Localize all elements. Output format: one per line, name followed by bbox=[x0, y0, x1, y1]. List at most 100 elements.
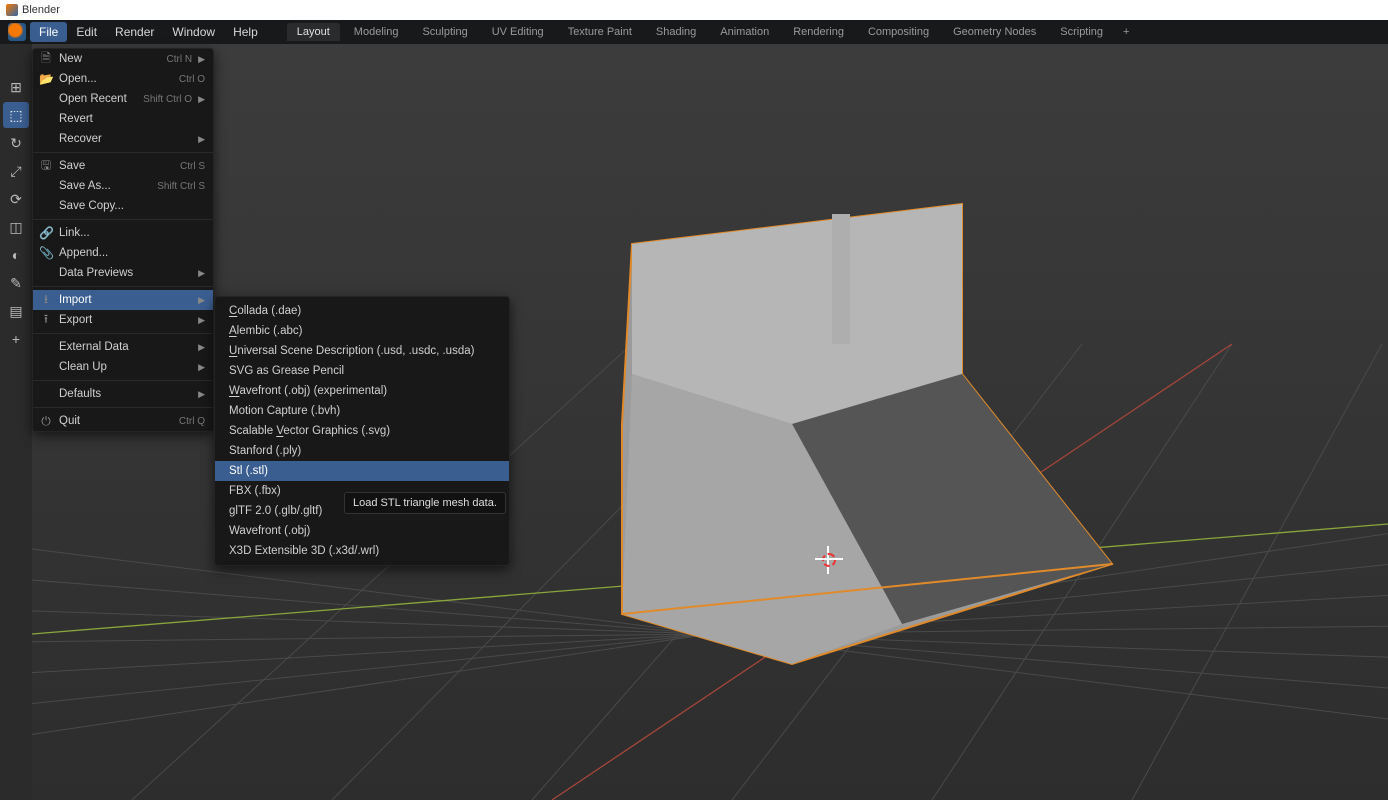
workspace-tab-scripting[interactable]: Scripting bbox=[1050, 23, 1113, 41]
menu-item-shortcut: Ctrl Q bbox=[179, 416, 205, 427]
file-menu-append[interactable]: 📎Append... bbox=[33, 243, 213, 263]
tool-2[interactable]: ↻ bbox=[3, 130, 29, 156]
import-stl-stl[interactable]: Stl (.stl) bbox=[215, 461, 509, 481]
menu-item-icon: 🖫 bbox=[39, 156, 53, 177]
import-alembic-abc[interactable]: Alembic (.abc) bbox=[215, 321, 509, 341]
import-collada-dae[interactable]: Collada (.dae) bbox=[215, 301, 509, 321]
menu-item-icon: 🔗 bbox=[39, 226, 53, 240]
import-scalable-vector-graphics-svg[interactable]: Scalable Vector Graphics (.svg) bbox=[215, 421, 509, 441]
menu-item-label: Recover bbox=[59, 133, 186, 145]
submenu-item-label: Motion Capture (.bvh) bbox=[229, 405, 495, 417]
file-menu-data-previews[interactable]: Data Previews ▶ bbox=[33, 263, 213, 283]
tool-3[interactable]: ⤢ bbox=[3, 158, 29, 184]
menu-item-label: New bbox=[59, 53, 161, 65]
workspace-add-button[interactable]: + bbox=[1117, 23, 1135, 41]
workspace-tab-rendering[interactable]: Rendering bbox=[783, 23, 854, 41]
submenu-arrow-icon: ▶ bbox=[198, 268, 205, 279]
menu-item-label: Save bbox=[59, 160, 174, 172]
menu-item-icon: ⏻ bbox=[39, 414, 53, 429]
tooltip: Load STL triangle mesh data. bbox=[344, 492, 506, 514]
tool-7[interactable]: ✎ bbox=[3, 270, 29, 296]
import-universal-scene-description-usd-usdc-usda[interactable]: Universal Scene Description (.usd, .usdc… bbox=[215, 341, 509, 361]
menu-item-shortcut: Shift Ctrl O bbox=[143, 94, 192, 105]
window-title: Blender bbox=[22, 4, 60, 16]
submenu-arrow-icon: ▶ bbox=[198, 94, 205, 105]
menu-item-icon: 📂 bbox=[39, 72, 53, 86]
submenu-item-label: Universal Scene Description (.usd, .usdc… bbox=[229, 345, 495, 357]
menu-item-label: Open Recent bbox=[59, 93, 137, 105]
file-menu-save-as[interactable]: Save As...Shift Ctrl S bbox=[33, 176, 213, 196]
file-menu-import[interactable]: ⭳Import▶ bbox=[33, 290, 213, 310]
menu-edit[interactable]: Edit bbox=[67, 22, 106, 42]
workspace-tab-compositing[interactable]: Compositing bbox=[858, 23, 939, 41]
submenu-arrow-icon: ▶ bbox=[198, 134, 205, 145]
file-menu-external-data[interactable]: External Data ▶ bbox=[33, 337, 213, 357]
file-menu-link[interactable]: 🔗 Link... bbox=[33, 223, 213, 243]
menu-window[interactable]: Window bbox=[163, 22, 224, 42]
file-menu-recover[interactable]: Recover ▶ bbox=[33, 129, 213, 149]
tool-5[interactable]: ◫ bbox=[3, 214, 29, 240]
tool-4[interactable]: ⟳ bbox=[3, 186, 29, 212]
menu-item-label: External Data bbox=[59, 341, 186, 353]
menu-item-shortcut: Ctrl N bbox=[167, 54, 193, 65]
menu-item-icon: 📎 bbox=[39, 246, 53, 260]
menu-item-label: Quit bbox=[59, 415, 173, 427]
workspace-tabs: LayoutModelingSculpting UV EditingTexture… bbox=[287, 23, 1136, 41]
blender-app-icon[interactable] bbox=[8, 23, 26, 41]
menu-item-label: Import bbox=[59, 294, 186, 306]
submenu-item-label: Stanford (.ply) bbox=[229, 445, 495, 457]
menu-item-shortcut: Ctrl S bbox=[180, 161, 205, 172]
menu-render[interactable]: Render bbox=[106, 22, 163, 42]
submenu-item-label: Scalable Vector Graphics (.svg) bbox=[229, 425, 495, 437]
tool-8[interactable]: ▤ bbox=[3, 298, 29, 324]
submenu-arrow-icon: ▶ bbox=[198, 342, 205, 353]
menu-item-label: Data Previews bbox=[59, 267, 186, 279]
menu-help[interactable]: Help bbox=[224, 22, 267, 42]
file-menu-save-copy[interactable]: Save Copy... bbox=[33, 196, 213, 216]
file-menu-save[interactable]: 🖫 Save Ctrl S bbox=[33, 156, 213, 176]
menu-item-label: Link... bbox=[59, 227, 199, 239]
import-stanford-ply[interactable]: Stanford (.ply) bbox=[215, 441, 509, 461]
menu-item-label: Save As... bbox=[59, 180, 151, 192]
tool-9[interactable]: + bbox=[3, 326, 29, 352]
file-menu-clean-up[interactable]: Clean Up ▶ bbox=[33, 357, 213, 377]
submenu-item-label: X3D Extensible 3D (.x3d/.wrl) bbox=[229, 545, 495, 557]
submenu-arrow-icon: ▶ bbox=[198, 362, 205, 373]
file-menu-defaults[interactable]: Defaults▶ bbox=[33, 384, 213, 404]
submenu-arrow-icon: ▶ bbox=[198, 389, 205, 400]
workspace-tab-shading[interactable]: Shading bbox=[646, 23, 706, 41]
tool-0[interactable]: ⊞ bbox=[3, 74, 29, 100]
tool-1[interactable]: ⬚ bbox=[3, 102, 29, 128]
workspace-tab-modeling[interactable]: Modeling bbox=[344, 23, 409, 41]
menu-file[interactable]: File bbox=[30, 22, 67, 42]
import-motion-capture-bvh[interactable]: Motion Capture (.bvh) bbox=[215, 401, 509, 421]
top-menubar: FileEditRenderWindowHelp LayoutModelingS… bbox=[0, 20, 1388, 44]
import-x3d-extensible-3d-x3d-wrl[interactable]: X3D Extensible 3D (.x3d/.wrl) bbox=[215, 541, 509, 561]
workspace-tab-animation[interactable]: Animation bbox=[710, 23, 779, 41]
workspace-tab-texture-paint[interactable]: Texture Paint bbox=[558, 23, 642, 41]
file-menu-new[interactable]: 🗎NewCtrl N▶ bbox=[33, 49, 213, 69]
submenu-item-label: Wavefront (.obj) (experimental) bbox=[229, 385, 495, 397]
import-wavefront-obj-experimental[interactable]: Wavefront (.obj) (experimental) bbox=[215, 381, 509, 401]
menu-item-label: Export bbox=[59, 314, 186, 326]
file-menu-open[interactable]: 📂Open...Ctrl O bbox=[33, 69, 213, 89]
file-menu-quit[interactable]: ⏻ Quit Ctrl Q bbox=[33, 411, 213, 431]
workspace-tab-geometry-nodes[interactable]: Geometry Nodes bbox=[943, 23, 1046, 41]
submenu-item-label: Alembic (.abc) bbox=[229, 325, 495, 337]
file-menu-open-recent[interactable]: Open Recent Shift Ctrl O ▶ bbox=[33, 89, 213, 109]
3d-cursor-icon bbox=[815, 546, 843, 574]
tool-6[interactable]: ◐ bbox=[3, 242, 29, 268]
workspace-tab-sculpting[interactable]: Sculpting bbox=[412, 23, 477, 41]
submenu-item-label: Wavefront (.obj) bbox=[229, 525, 495, 537]
file-menu-export[interactable]: ⭱Export▶ bbox=[33, 310, 213, 330]
window-titlebar: Blender bbox=[0, 0, 1388, 20]
submenu-item-label: SVG as Grease Pencil bbox=[229, 365, 495, 377]
submenu-arrow-icon: ▶ bbox=[198, 54, 205, 65]
file-menu-revert[interactable]: Revert bbox=[33, 109, 213, 129]
submenu-item-label: Collada (.dae) bbox=[229, 305, 495, 317]
workspace-tab-layout[interactable]: Layout bbox=[287, 23, 340, 41]
import-wavefront-obj[interactable]: Wavefront (.obj) bbox=[215, 521, 509, 541]
import-svg-as-grease-pencil[interactable]: SVG as Grease Pencil bbox=[215, 361, 509, 381]
menu-item-label: Clean Up bbox=[59, 361, 186, 373]
workspace-tab-uv-editing[interactable]: UV Editing bbox=[482, 23, 554, 41]
